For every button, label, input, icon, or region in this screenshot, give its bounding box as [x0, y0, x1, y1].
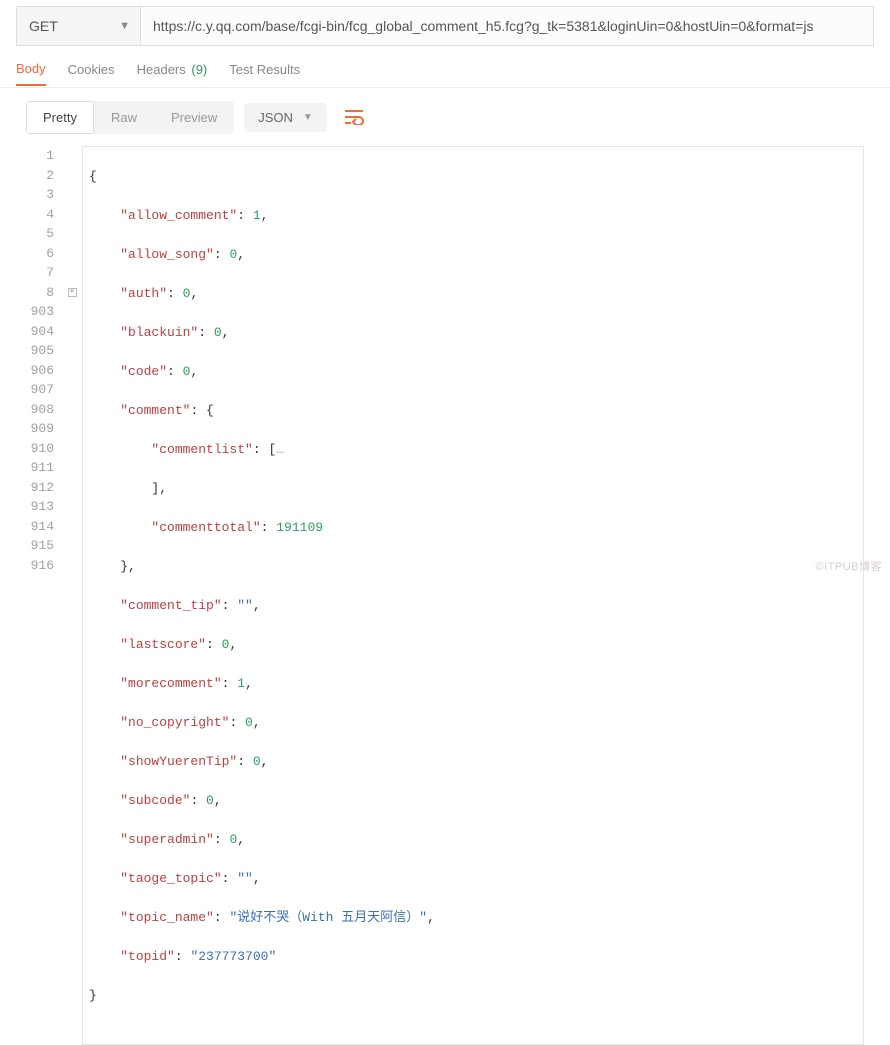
ellipsis-icon[interactable]: …	[276, 442, 284, 457]
json-number: 0	[253, 754, 261, 769]
tab-body[interactable]: Body	[16, 53, 46, 86]
json-key: "commentlist"	[151, 442, 252, 457]
expand-icon[interactable]: +	[68, 288, 77, 297]
line-number: 909	[0, 419, 54, 439]
line-number: 913	[0, 497, 54, 517]
json-key: "allow_song"	[120, 247, 214, 262]
line-number: 6	[0, 244, 54, 264]
json-number: 0	[229, 832, 237, 847]
brace-open: {	[89, 169, 97, 184]
line-number: 907	[0, 380, 54, 400]
line-number: 3	[0, 185, 54, 205]
json-key: "subcode"	[120, 793, 190, 808]
format-select[interactable]: JSON ▼	[244, 103, 327, 132]
json-number: 1	[237, 676, 245, 691]
tab-headers[interactable]: Headers (9)	[137, 54, 208, 85]
json-viewer: 1 2 3 4 5 6 7 8 903 904 905 906 907 908 …	[0, 146, 890, 1045]
tab-test-results[interactable]: Test Results	[229, 54, 300, 85]
tab-headers-label: Headers	[137, 62, 186, 77]
request-bar: GET ▼	[16, 6, 874, 46]
fold-gutter: +	[62, 146, 82, 1045]
line-number: 2	[0, 166, 54, 186]
json-key: "topid"	[120, 949, 175, 964]
line-number: 916	[0, 556, 54, 576]
json-key: "comment_tip"	[120, 598, 221, 613]
json-key: "superadmin"	[120, 832, 214, 847]
line-number: 912	[0, 478, 54, 498]
json-key: "morecomment"	[120, 676, 221, 691]
line-gutter: 1 2 3 4 5 6 7 8 903 904 905 906 907 908 …	[0, 146, 62, 1045]
json-key: "code"	[120, 364, 167, 379]
line-number: 905	[0, 341, 54, 361]
json-number: 0	[222, 637, 230, 652]
json-string: ""	[237, 598, 253, 613]
line-number: 910	[0, 439, 54, 459]
brace-close: },	[120, 559, 136, 574]
json-number: 0	[214, 325, 222, 340]
line-number: 903	[0, 302, 54, 322]
json-key: "auth"	[120, 286, 167, 301]
json-key: "comment"	[120, 403, 190, 418]
line-number: 908	[0, 400, 54, 420]
json-key: "no_copyright"	[120, 715, 229, 730]
json-string: "237773700"	[190, 949, 276, 964]
code-content[interactable]: { "allow_comment": 1, "allow_song": 0, "…	[82, 146, 864, 1045]
json-key: "allow_comment"	[120, 208, 237, 223]
wrap-lines-icon	[344, 109, 364, 125]
line-number: 915	[0, 536, 54, 556]
viewer-controls: Pretty Raw Preview JSON ▼	[0, 88, 890, 146]
line-number: 5	[0, 224, 54, 244]
json-number: 1	[253, 208, 261, 223]
brace-close: }	[89, 988, 97, 1003]
json-key: "topic_name"	[120, 910, 214, 925]
bracket-close: ],	[151, 481, 167, 496]
response-tabs: Body Cookies Headers (9) Test Results	[0, 52, 890, 88]
line-number: 904	[0, 322, 54, 342]
line-number: 4	[0, 205, 54, 225]
url-input[interactable]	[141, 7, 873, 45]
tab-cookies[interactable]: Cookies	[68, 54, 115, 85]
line-number: 911	[0, 458, 54, 478]
http-method-select[interactable]: GET ▼	[17, 7, 141, 45]
line-number: 906	[0, 361, 54, 381]
json-key: "lastscore"	[120, 637, 206, 652]
json-string: ""	[237, 871, 253, 886]
json-number: 0	[206, 793, 214, 808]
view-mode-group: Pretty Raw Preview	[26, 101, 234, 134]
json-key: "taoge_topic"	[120, 871, 221, 886]
line-number: 8	[0, 283, 54, 303]
http-method-value: GET	[29, 18, 58, 34]
format-value: JSON	[258, 110, 293, 125]
json-key: "showYuerenTip"	[120, 754, 237, 769]
chevron-down-icon: ▼	[119, 20, 130, 32]
json-key: "blackuin"	[120, 325, 198, 340]
chevron-down-icon: ▼	[303, 112, 313, 123]
line-number: 7	[0, 263, 54, 283]
json-key: "commenttotal"	[151, 520, 260, 535]
view-pretty[interactable]: Pretty	[26, 101, 94, 134]
view-preview[interactable]: Preview	[154, 101, 234, 134]
json-number: 0	[245, 715, 253, 730]
headers-count: (9)	[191, 62, 207, 77]
line-number: 914	[0, 517, 54, 537]
line-number: 1	[0, 146, 54, 166]
json-number: 191109	[276, 520, 323, 535]
view-raw[interactable]: Raw	[94, 101, 154, 134]
watermark: ©ITPUB博客	[816, 558, 883, 574]
json-string: "说好不哭（With 五月天阿信）"	[229, 910, 427, 925]
wrap-lines-button[interactable]	[337, 100, 371, 134]
